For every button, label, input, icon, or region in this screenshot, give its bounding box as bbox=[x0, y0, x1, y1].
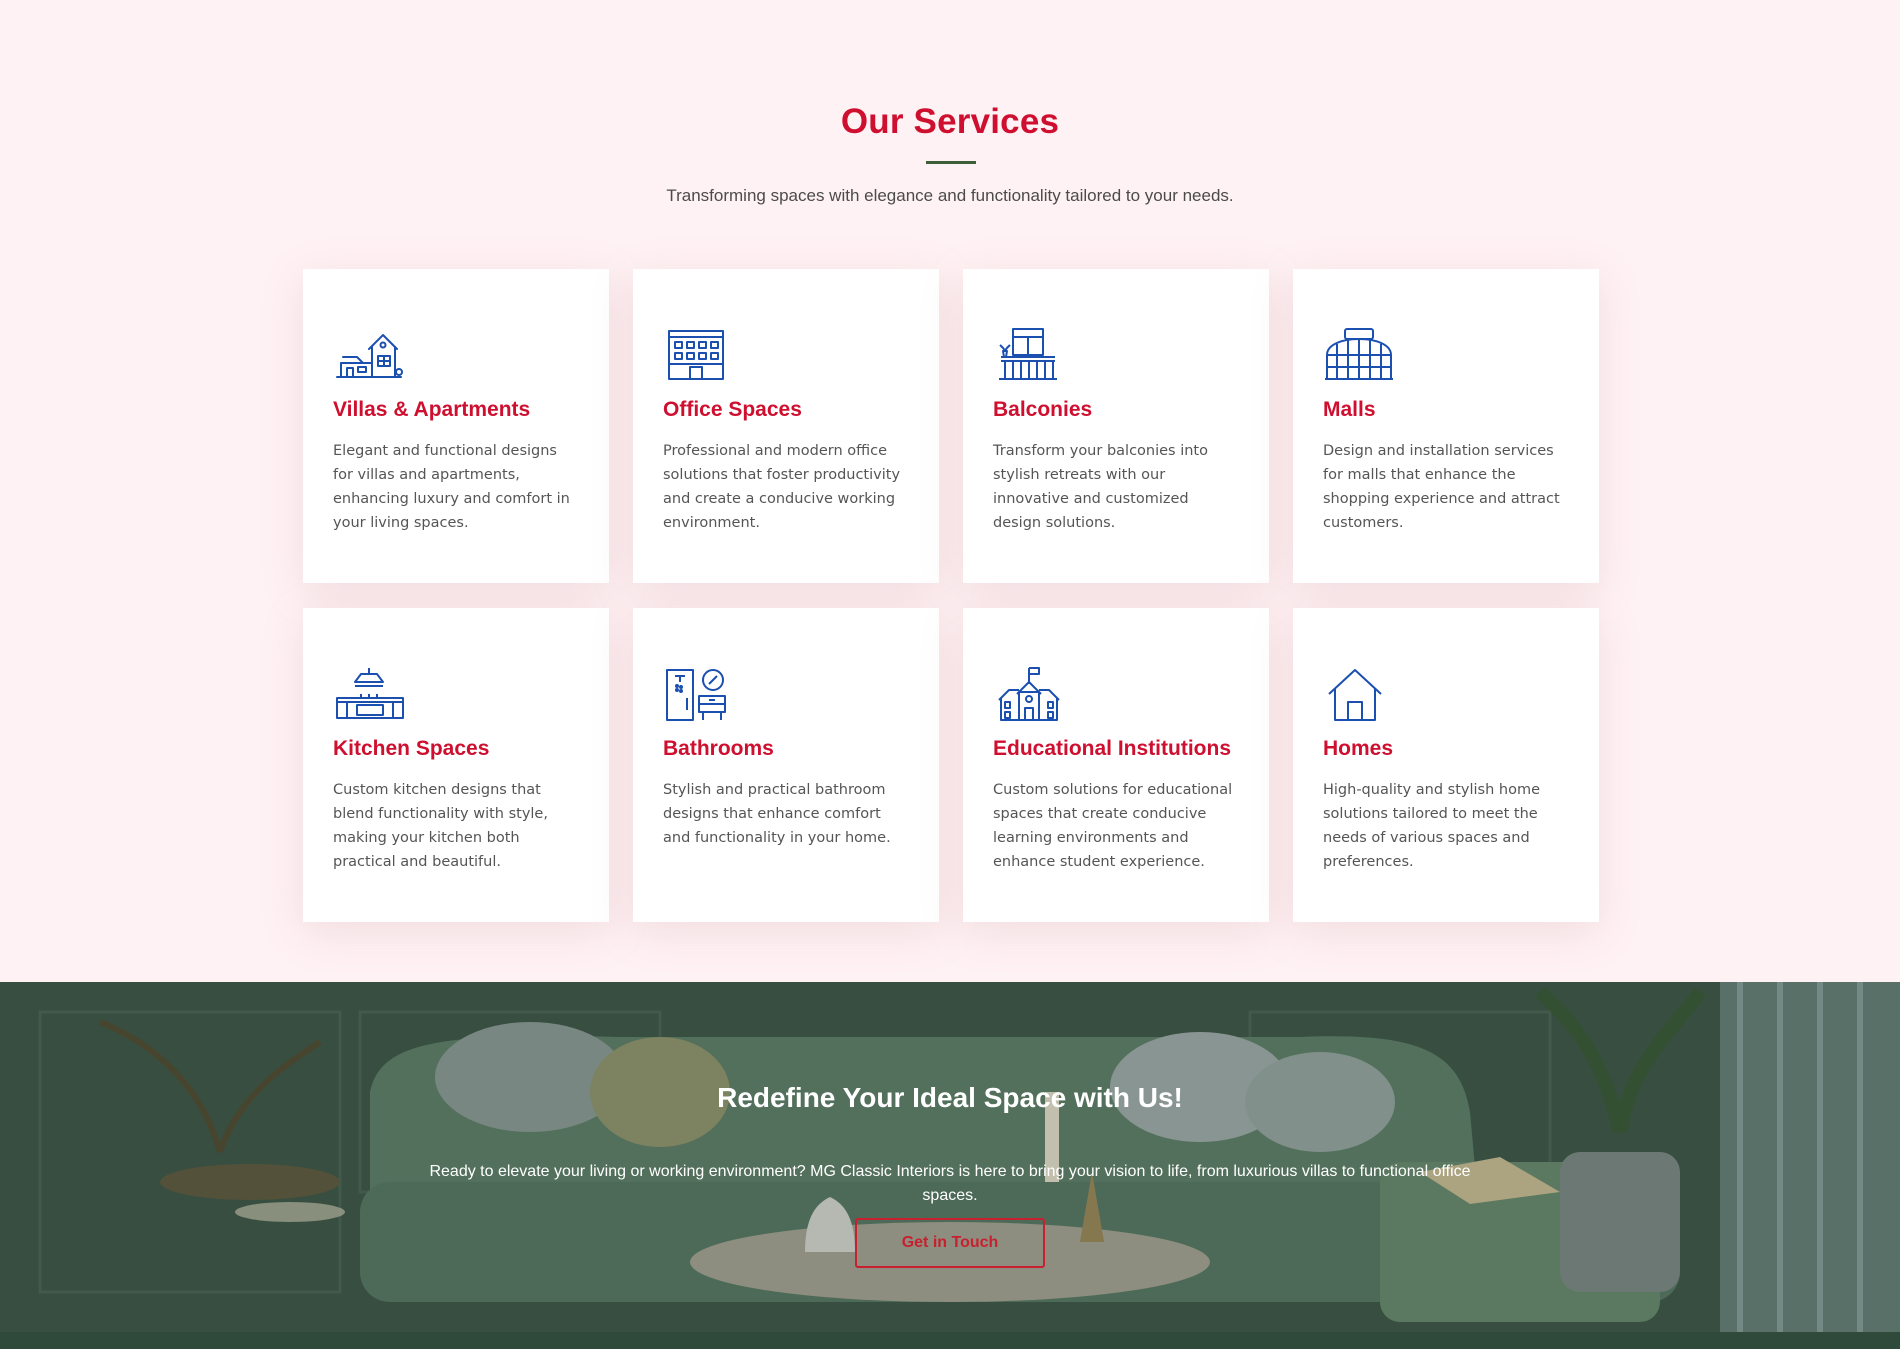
card-description: Transform your balconies into stylish re… bbox=[993, 443, 1208, 531]
bottom-strip bbox=[0, 1332, 1900, 1349]
service-card-homes: Homes High-quality and stylish home solu… bbox=[1293, 608, 1599, 922]
school-icon bbox=[993, 666, 1065, 722]
background-overlay bbox=[0, 982, 1900, 1332]
card-title: Homes bbox=[1323, 737, 1394, 760]
mall-icon bbox=[1323, 327, 1395, 383]
service-card-kitchen: Kitchen Spaces Custom kitchen designs th… bbox=[303, 608, 609, 922]
get-in-touch-button[interactable]: Get in Touch bbox=[855, 1218, 1045, 1268]
card-description: Custom kitchen designs that blend functi… bbox=[333, 782, 548, 870]
bathroom-icon bbox=[663, 666, 735, 722]
services-section: Our Services Transforming spaces with el… bbox=[0, 0, 1900, 982]
card-title: Villas & Apartments bbox=[333, 398, 531, 421]
cta-title: Redefine Your Ideal Space with Us! bbox=[717, 1082, 1183, 1113]
villa-icon bbox=[333, 327, 405, 383]
card-description: Elegant and functional designs for villa… bbox=[333, 443, 570, 531]
home-icon bbox=[1323, 666, 1395, 722]
card-title: Bathrooms bbox=[663, 737, 774, 760]
service-card-malls: Malls Design and installation services f… bbox=[1293, 269, 1599, 583]
service-card-balconies: Balconies Transform your balconies into … bbox=[963, 269, 1269, 583]
services-subtitle: Transforming spaces with elegance and fu… bbox=[666, 186, 1234, 205]
card-title: Office Spaces bbox=[663, 398, 802, 421]
services-title: Our Services bbox=[840, 102, 1060, 141]
card-title: Malls bbox=[1323, 398, 1376, 421]
balcony-icon bbox=[993, 327, 1065, 383]
service-card-villas: Villas & Apartments Elegant and function… bbox=[303, 269, 609, 583]
card-title: Kitchen Spaces bbox=[333, 737, 490, 760]
service-card-office: Office Spaces Professional and modern of… bbox=[633, 269, 939, 583]
service-card-bathrooms: Bathrooms Stylish and practical bathroom… bbox=[633, 608, 939, 922]
cta-banner: Redefine Your Ideal Space with Us! Ready… bbox=[0, 982, 1900, 1349]
card-description: Design and installation services for mal… bbox=[1323, 443, 1560, 531]
kitchen-icon bbox=[333, 666, 405, 722]
card-description: Professional and modern office solutions… bbox=[663, 443, 901, 531]
card-title: Educational Institutions bbox=[993, 737, 1232, 760]
service-card-education: Educational Institutions Custom solution… bbox=[963, 608, 1269, 922]
cta-description: Ready to elevate your living or working … bbox=[429, 1163, 1471, 1204]
card-description: Custom solutions for educational spaces … bbox=[993, 782, 1233, 870]
card-description: Stylish and practical bathroom designs t… bbox=[663, 782, 891, 846]
title-divider bbox=[926, 161, 976, 164]
card-title: Balconies bbox=[993, 398, 1093, 421]
office-building-icon bbox=[663, 327, 735, 383]
card-description: High-quality and stylish home solutions … bbox=[1323, 782, 1540, 870]
